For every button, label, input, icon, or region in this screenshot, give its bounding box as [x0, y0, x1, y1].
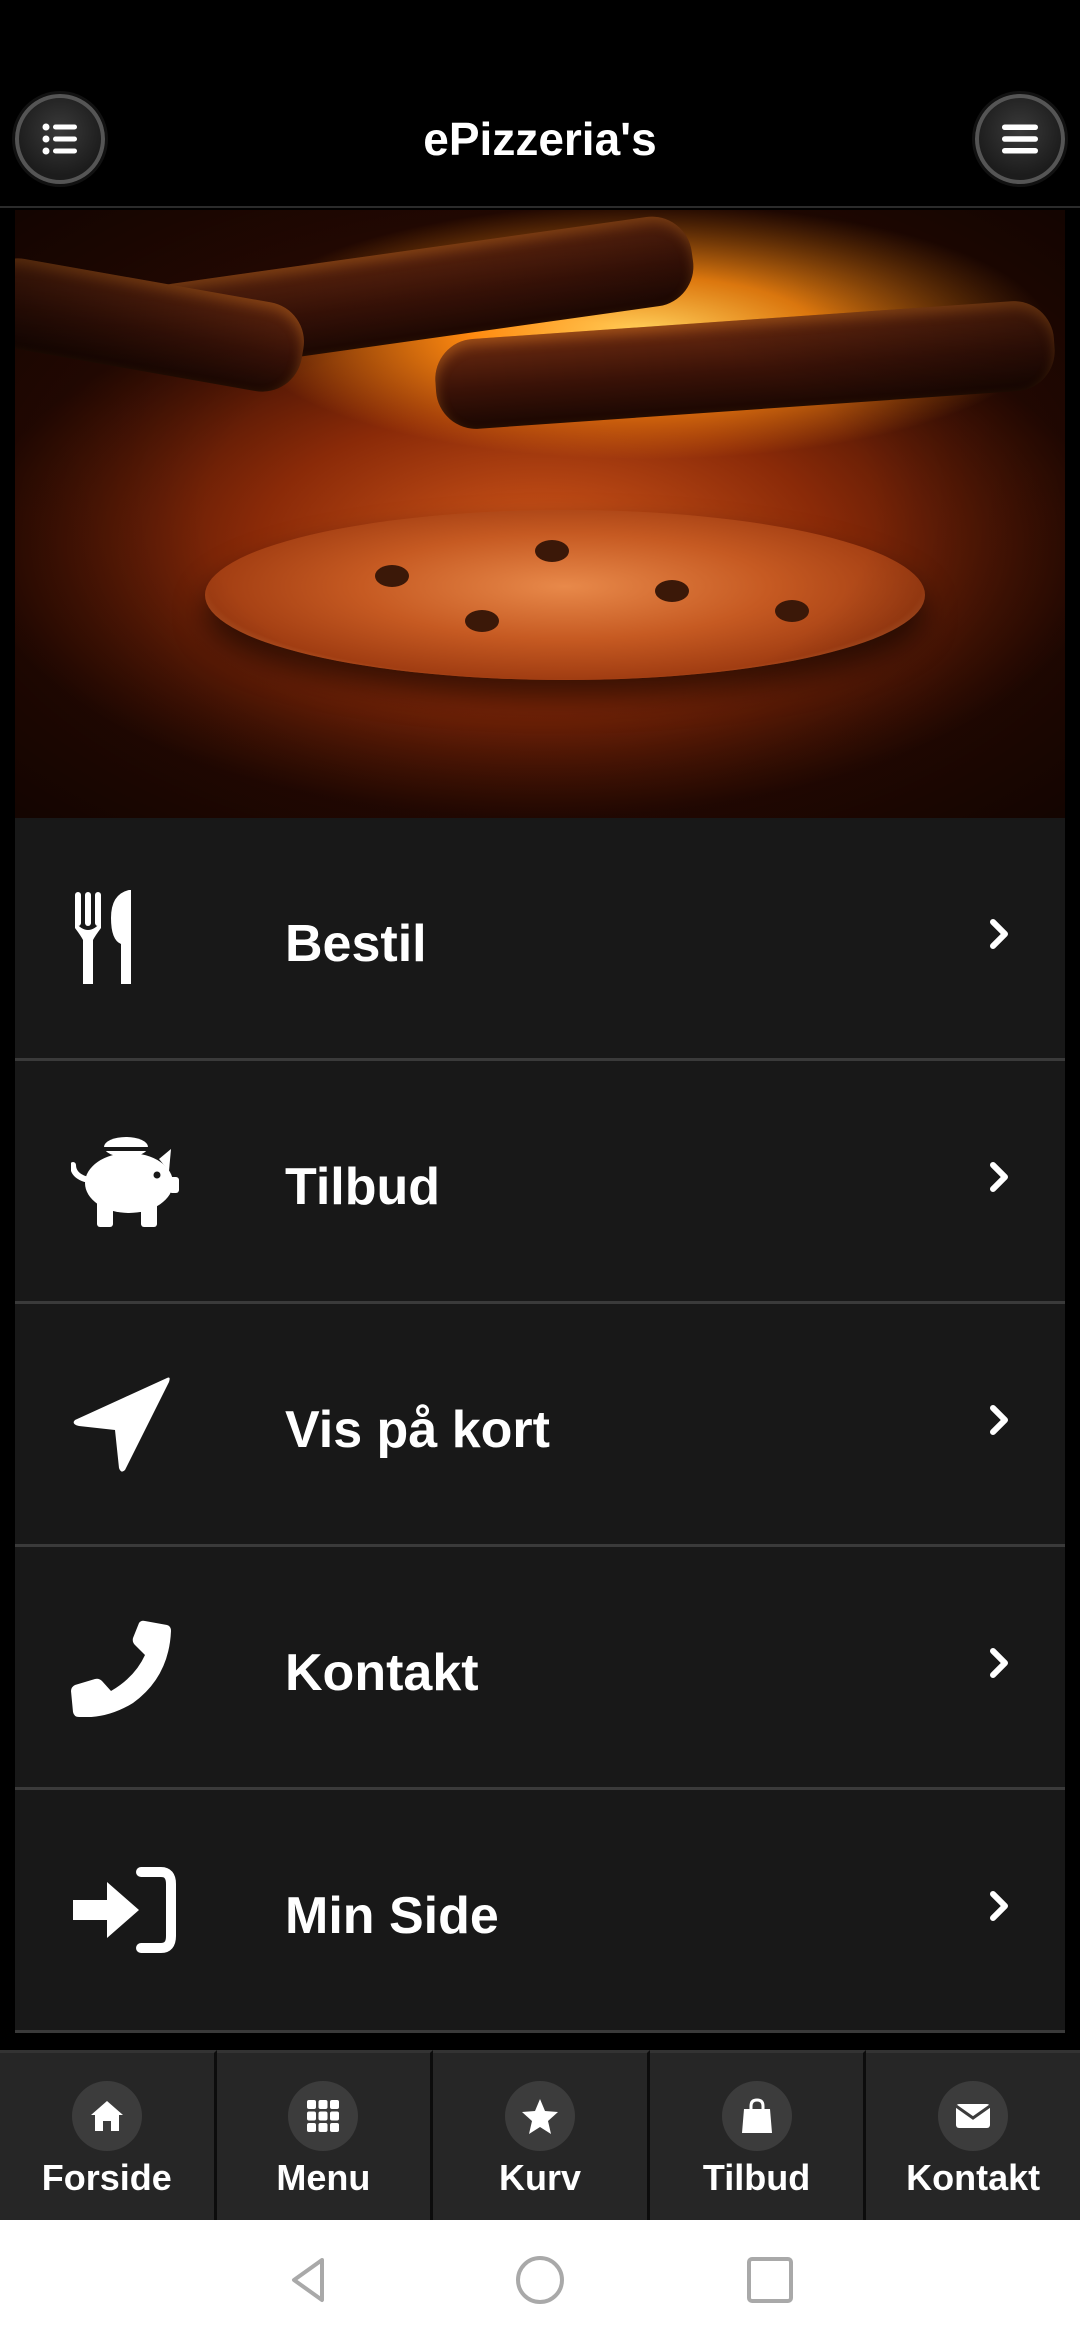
menu-item-label: Kontakt — [285, 1644, 479, 1702]
hamburger-menu-button[interactable] — [975, 94, 1065, 184]
chevron-right-icon — [990, 1891, 1008, 1921]
app-header: ePizzeria's — [0, 0, 1080, 208]
tab-kontakt[interactable]: Kontakt — [866, 2050, 1080, 2222]
menu-item-label: Bestil — [285, 915, 427, 973]
phone-icon — [71, 1620, 171, 1717]
tab-label: Kurv — [498, 2157, 581, 2198]
envelope-icon — [955, 2104, 992, 2128]
recents-icon[interactable] — [742, 2252, 798, 2308]
bottom-tab-bar: Forside Menu Kurv Tilbud Kontakt — [0, 2048, 1080, 2222]
tab-label: Kontakt — [906, 2157, 1041, 2198]
chevron-right-icon — [990, 1648, 1008, 1678]
chevron-right-icon — [990, 919, 1008, 949]
home-circle-icon[interactable] — [512, 2252, 568, 2308]
menu-item-kontakt[interactable]: Kontakt — [15, 1547, 1065, 1790]
menu-item-vis-paa-kort[interactable]: Vis på kort — [15, 1304, 1065, 1547]
tab-kurv[interactable]: Kurv — [433, 2050, 650, 2222]
tab-menu[interactable]: Menu — [216, 2050, 434, 2222]
tab-label: Forside — [41, 2157, 172, 2198]
menu-item-label: Vis på kort — [285, 1401, 550, 1459]
chevron-right-icon — [990, 1162, 1008, 1192]
tab-forside[interactable]: Forside — [0, 2050, 217, 2222]
tab-label: Menu — [276, 2157, 371, 2198]
chevron-right-icon — [990, 1405, 1008, 1435]
hamburger-menu-icon — [1002, 124, 1038, 154]
system-navigation-bar — [0, 2220, 1080, 2340]
hero-vignette — [15, 210, 1065, 818]
menu-item-tilbud[interactable]: Tilbud — [15, 1061, 1065, 1304]
grid-icon — [307, 2100, 340, 2132]
hero-pizza-image — [15, 210, 1065, 818]
menu-item-label: Min Side — [285, 1887, 499, 1945]
back-icon[interactable] — [282, 2252, 338, 2308]
piggy-bank-icon — [71, 1137, 179, 1227]
menu-item-label: Tilbud — [285, 1158, 441, 1216]
location-arrow-icon — [73, 1377, 170, 1472]
main-menu-list: Bestil Tilbud Vis på kort Kontakt Min Si… — [15, 818, 1065, 2033]
app-root: ePizzeria's Bestil Tilbud Vis på kort Ko… — [0, 0, 1080, 2340]
tab-tilbud[interactable]: Tilbud — [649, 2050, 867, 2222]
app-title: ePizzeria's — [423, 113, 657, 165]
tab-label: Tilbud — [702, 2157, 811, 2198]
menu-item-min-side[interactable]: Min Side — [15, 1790, 1065, 2033]
home-icon — [90, 2101, 123, 2131]
fork-knife-icon — [75, 890, 131, 984]
sign-in-icon — [73, 1867, 176, 1953]
menu-item-bestil[interactable]: Bestil — [15, 818, 1065, 1061]
star-icon — [521, 2099, 558, 2134]
shopping-bag-icon — [741, 2098, 772, 2133]
